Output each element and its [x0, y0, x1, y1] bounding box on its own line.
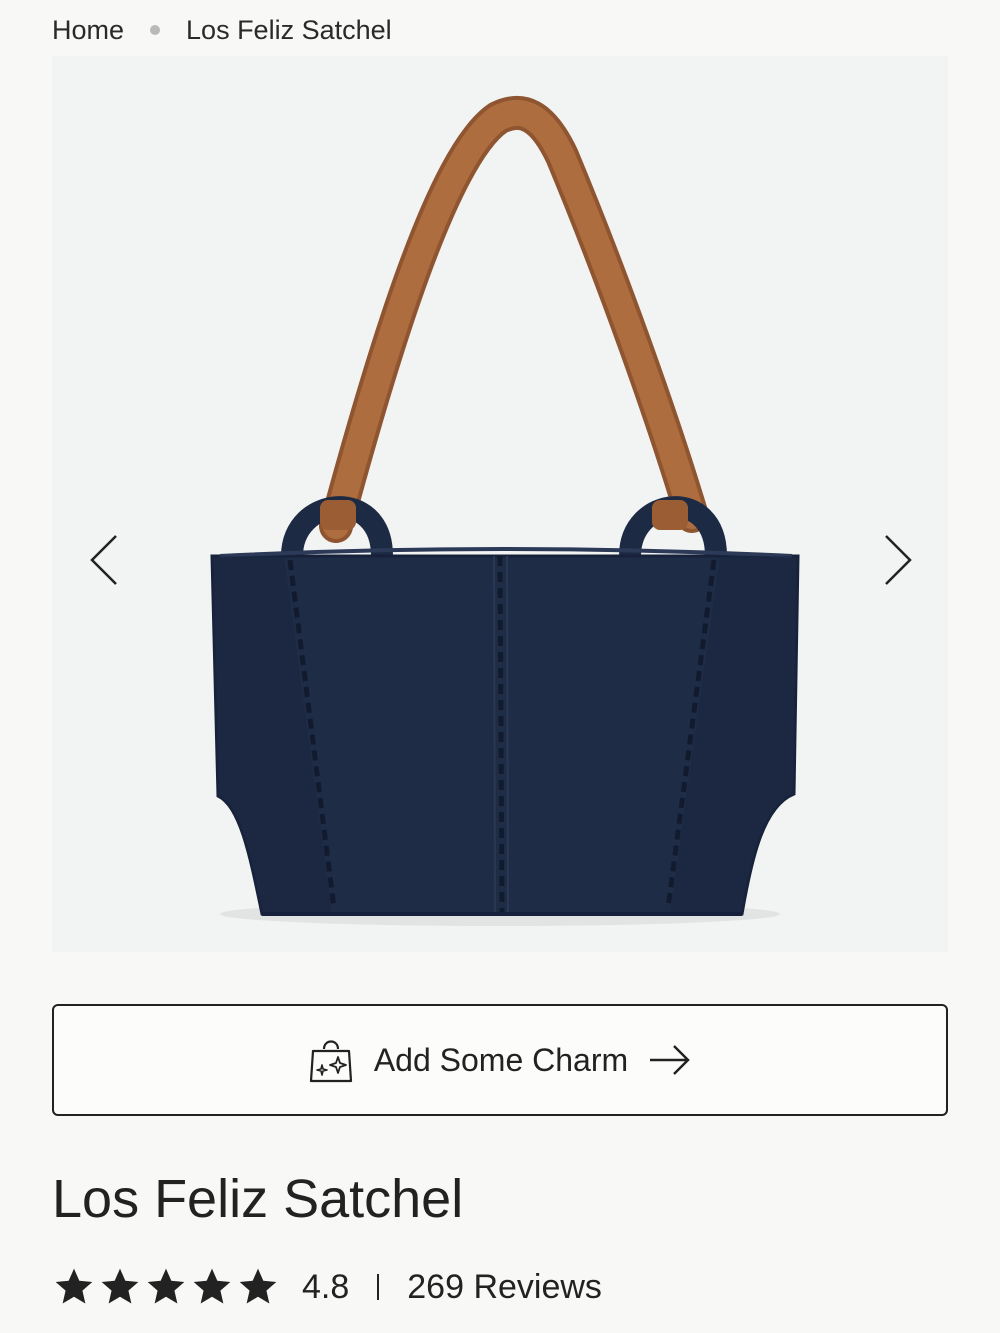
reviews-link[interactable]: 269 Reviews — [407, 1268, 602, 1307]
add-some-charm-button[interactable]: Add Some Charm — [52, 1004, 948, 1116]
breadcrumb-home-link[interactable]: Home — [52, 15, 124, 46]
rating-value: 4.8 — [302, 1267, 350, 1306]
breadcrumb-separator — [150, 25, 161, 35]
star-rating — [52, 1265, 280, 1309]
gallery-prev-button[interactable] — [76, 532, 132, 588]
star-icon — [193, 1268, 231, 1304]
sparkle-bag-icon — [309, 1040, 352, 1083]
add-some-charm-label: Add Some Charm — [373, 1041, 629, 1078]
gallery-next-button[interactable] — [870, 532, 926, 588]
rating-divider — [377, 1274, 380, 1300]
star-icon — [55, 1268, 93, 1304]
star-icon — [101, 1268, 139, 1304]
chevron-right-icon — [885, 535, 912, 585]
arrow-right-icon — [650, 1045, 690, 1075]
rating-row[interactable]: 4.8 269 Reviews — [52, 1262, 602, 1312]
breadcrumb: Home Los Feliz Satchel — [52, 10, 392, 50]
star-icon — [239, 1268, 277, 1304]
chevron-left-icon — [90, 535, 117, 585]
star-icon — [147, 1268, 185, 1304]
product-image-gallery[interactable] — [52, 56, 948, 952]
product-title: Los Feliz Satchel — [52, 1169, 464, 1229]
product-image — [210, 95, 800, 926]
breadcrumb-current: Los Feliz Satchel — [186, 14, 392, 45]
